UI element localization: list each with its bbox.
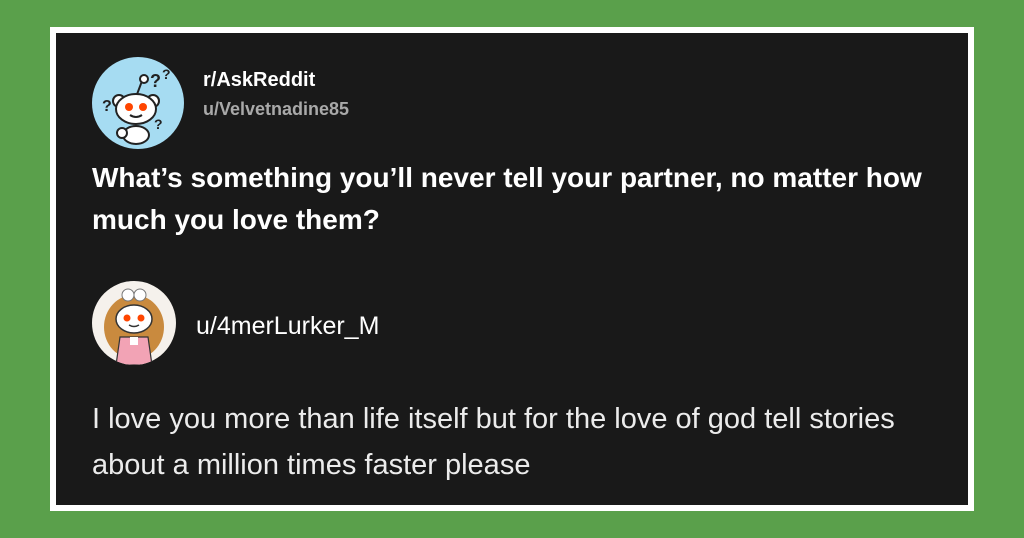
post-card: ? ? ? ? r/AskReddit u/Velvetnadine85 Wha…	[56, 33, 968, 505]
svg-text:?: ?	[102, 98, 112, 115]
svg-text:?: ?	[162, 66, 171, 82]
comment-author[interactable]: u/4merLurker_M	[196, 312, 379, 341]
svg-text:?: ?	[150, 71, 161, 91]
post-author[interactable]: u/Velvetnadine85	[203, 99, 349, 120]
comment-text: I love you more than life itself but for…	[92, 403, 895, 481]
subreddit-avatar-icon[interactable]: ? ? ? ?	[92, 57, 184, 149]
svg-text:?: ?	[154, 116, 163, 132]
commenter-avatar-icon[interactable]	[92, 281, 176, 365]
post-title[interactable]: What’s something you’ll never tell your …	[92, 157, 932, 241]
subreddit-name[interactable]: r/AskReddit	[203, 69, 315, 92]
post-frame: ? ? ? ? r/AskReddit u/Velvetnadine85 Wha…	[50, 27, 974, 511]
